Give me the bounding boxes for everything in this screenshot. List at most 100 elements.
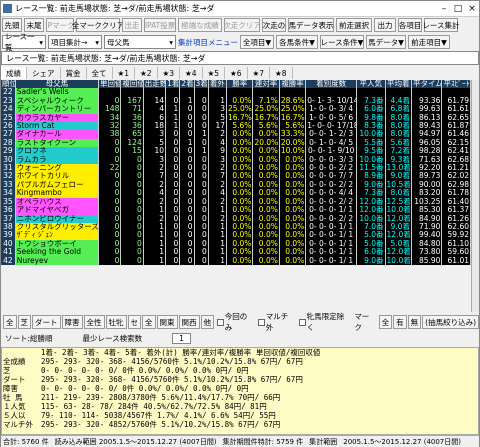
table-row[interactable]: 23 スペシャルウィーク 0 167 14 0 1 0 1 0.0% 7.1% 28.6% 0- 1- …: [1, 96, 471, 106]
column-header[interactable]: 平ｽﾋﾟｰﾄﾞ: [441, 80, 471, 89]
race-summary-button[interactable]: レース集計: [422, 18, 460, 32]
field-select[interactable]: 母父馬 ▾: [104, 35, 176, 49]
mode-select[interactable]: レース一覧 ▾: [2, 32, 46, 52]
table-row[interactable]: 30 ラムカラ 0 0 3 0 0 0 3 0.0% 0.0% 0.0% 0- 0- 0- 3/ 3 10…: [1, 155, 471, 165]
prev-item-button[interactable]: 前走項目▼: [408, 35, 450, 49]
tab-star1[interactable]: ★1: [113, 67, 135, 79]
table-row[interactable]: 32 ホワイトカリル 0 0 7 0 0 0 7 0.0% 0.0% 0.0% 0- 0- 0- 7/ …: [1, 172, 471, 181]
all-items-button[interactable]: 全項目▼: [240, 35, 274, 49]
table-row[interactable]: 35 オペラハウス 0 0 2 0 0 0 2 0.0% 0.0% 0.0% 0- 0- 0- 2/ 2…: [1, 197, 471, 207]
tab-star8[interactable]: ★8: [270, 67, 293, 79]
column-header[interactable]: 複勝率: [279, 80, 307, 89]
table-row[interactable]: 41 Seeking the Gold 0 0 1 0 0 0 1 0.0% 0.0% 0.0% 0- …: [1, 248, 471, 257]
ipat-button[interactable]: IPAT投票: [144, 18, 176, 32]
column-header[interactable]: 3着: [194, 80, 209, 89]
next-clear-button[interactable]: 次走クリア: [223, 18, 261, 32]
entry-button[interactable]: 出走: [122, 18, 142, 32]
each-item-button[interactable]: 各項目: [398, 18, 422, 32]
filter-button[interactable]: 有: [393, 315, 407, 329]
clear-marks-button[interactable]: 全マーククリア: [72, 18, 124, 32]
column-header[interactable]: 複回値: [120, 80, 144, 89]
race-cond-button[interactable]: レース条件▼: [320, 35, 364, 49]
tab-star5[interactable]: ★5: [203, 67, 225, 79]
table-row[interactable]: 34 Kingmambo 0 0 4 0 0 0 4 0.0% 0.0% 0.0% 0- 0- 0- 4…: [1, 189, 471, 198]
table-row[interactable]: 37 ニホンピロウイナー 0 0 2 0 0 0 2 0.0% 0.0% 0.0% 0- 0- 0- 2…: [1, 214, 471, 223]
minimize-icon[interactable]: –: [437, 4, 451, 14]
horse-data-menu-button[interactable]: 馬データ▼: [366, 35, 406, 49]
summary-menu-label[interactable]: 集計項目メニュー: [178, 37, 238, 48]
filter-button[interactable]: 全: [3, 315, 17, 329]
min-race-input[interactable]: 1: [172, 332, 191, 344]
column-header[interactable]: 1着: [165, 80, 181, 89]
filter-checkbox[interactable]: 牝馬限定除く: [299, 311, 349, 333]
column-header[interactable]: 出走数: [143, 80, 167, 89]
tab-star6[interactable]: ★6: [225, 67, 248, 79]
table-row[interactable]: 25 カウラスカヤー 34 36 6 1 0 0 5 16.7% 16.7% 16.7% 1- 0- 0…: [1, 113, 471, 123]
filter-checkbox[interactable]: 今回のみ: [217, 311, 253, 333]
table-row[interactable]: 40 トウショウボーイ 0 0 1 0 0 0 1 0.0% 0.0% 0.0% 0- 0- 0- 1/…: [1, 239, 471, 249]
column-header[interactable]: 平均着: [385, 80, 412, 89]
table-row[interactable]: 33 パブルガムフェロー 0 0 2 0 0 0 2 0.0% 0.0% 0.0% 0- 0- 0- 2…: [1, 180, 471, 190]
filter-button[interactable]: 全: [142, 315, 156, 329]
table-row[interactable]: 39 ｻﾞﾃﾞｨ ｼﾞｪﾝ 0 0 1 0 0 0 1 0.0% 0.0% 0.0% 0- 0- 0- …: [1, 231, 471, 240]
next-button[interactable]: 次走の: [262, 18, 286, 32]
table-row[interactable]: 22 Sadler's Wells: [1, 88, 471, 97]
checkbox-icon[interactable]: [299, 318, 306, 326]
column-header[interactable]: 2着: [179, 80, 195, 89]
column-header[interactable]: 順位: [1, 80, 16, 89]
tab-results[interactable]: 成績: [1, 67, 27, 79]
column-header[interactable]: 平タイム: [411, 80, 443, 89]
table-row[interactable]: 28 ラストタイクーン 0 124 5 0 1 0 4 0.0% 20.0% 20.0% 0- 1- 0…: [1, 138, 471, 148]
filter-button[interactable]: 無: [407, 315, 422, 329]
maximize-icon[interactable]: □: [451, 4, 465, 14]
table-row[interactable]: 31 ウォーニング 22 0 2 0 0 0 2 0.0% 0.0% 0.0% 0- 0- 0- 2/ …: [1, 164, 471, 173]
tab-share[interactable]: シェア: [27, 67, 61, 79]
ip-mark-button[interactable]: IPマーク: [45, 18, 75, 32]
tab-star7[interactable]: ★7: [248, 67, 270, 79]
table-row[interactable]: 26 Storm Cat 32 36 18 1 0 0 17 5.6% 5.6% 5.6% 1- 0- …: [1, 122, 471, 131]
tab-prize[interactable]: 賞金: [61, 67, 87, 79]
table-row[interactable]: 36 アドマイヤベガ 0 0 1 0 0 0 1 0.0% 0.0% 0.0% 0- 0- 0- 1/ …: [1, 206, 471, 215]
last-button[interactable]: 末尾: [24, 18, 44, 32]
output-button[interactable]: 出力: [374, 18, 396, 32]
column-header[interactable]: 連対率: [252, 80, 280, 89]
filter-button[interactable]: 障害: [61, 315, 83, 329]
filter-button[interactable]: ダート: [32, 315, 61, 329]
table-row[interactable]: 24 ディンパーカントリー 148 71 4 1 0 0 3 25.0% 25.0% 25.0% 1- …: [1, 105, 471, 114]
table-row[interactable]: 29 クロフネ 0 15 10 0 0 1 9 0.0% 0.0% 10.0% 0- 0- 1- 9/1…: [1, 147, 471, 156]
filter-button[interactable]: 関西: [178, 315, 200, 329]
column-header[interactable]: 単回値: [98, 80, 122, 89]
tab-star3[interactable]: ★3: [158, 67, 180, 79]
column-header[interactable]: 着外: [208, 80, 228, 89]
vertical-scrollbar[interactable]: [471, 80, 479, 312]
filter-button[interactable]: 関東: [156, 315, 178, 329]
close-icon[interactable]: ×: [465, 4, 479, 14]
table-row[interactable]: 42 Nureyev 0 0 1 0 0 0 1 0.0% 0.0% 0.0% 0- 0- 0- 1/ …: [1, 256, 471, 265]
tab-star4[interactable]: ★4: [180, 67, 203, 79]
first-button[interactable]: 先頭: [2, 18, 22, 32]
filter-button[interactable]: 牡牝: [105, 315, 127, 329]
column-header[interactable]: 勝率: [226, 80, 254, 89]
filter-button[interactable]: 全: [378, 315, 393, 329]
filter-button[interactable]: 他: [200, 315, 214, 329]
filter-button[interactable]: セ: [127, 315, 141, 329]
filter-button[interactable]: 全性: [83, 315, 105, 329]
column-header[interactable]: 着別度数: [305, 80, 358, 89]
column-header[interactable]: 平人気: [356, 80, 386, 89]
extreme-results-button[interactable]: 極端な成績: [178, 18, 222, 32]
checkbox-icon[interactable]: [217, 318, 224, 326]
prev-race-button[interactable]: 前走選択: [336, 18, 372, 32]
filter-button[interactable]: 芝: [17, 315, 31, 329]
column-header[interactable]: 母父馬: [15, 80, 100, 89]
table-row[interactable]: 27 ダイナカール 38 65 3 0 0 1 2 0.0% 0.0% 33.3% 0- 0- 1- 2…: [1, 130, 471, 139]
horse-cond-button[interactable]: 各馬条件▼: [276, 35, 318, 49]
results-table[interactable]: 順位 母父馬 単回値 複回値 出走数 1着 2着 3着 着外 勝率 連対率 複勝率 着別度数 平人気 平均着…: [1, 80, 471, 265]
tab-all[interactable]: 全て: [87, 67, 113, 79]
horse-data-button[interactable]: 馬データ表示: [288, 18, 334, 32]
item-select[interactable]: 項目集計→ ▾: [48, 35, 102, 49]
table-row[interactable]: 38 クリスタルグリッターズ 0 0 1 0 0 0 1 0.0% 0.0% 0.0% 0- 0- 0-…: [1, 222, 471, 232]
filter-button[interactable]: (抽馬絞り込み): [422, 315, 479, 329]
checkbox-icon[interactable]: [258, 318, 265, 326]
filter-checkbox[interactable]: マルチ外: [258, 311, 294, 333]
tab-star2[interactable]: ★2: [135, 67, 158, 79]
